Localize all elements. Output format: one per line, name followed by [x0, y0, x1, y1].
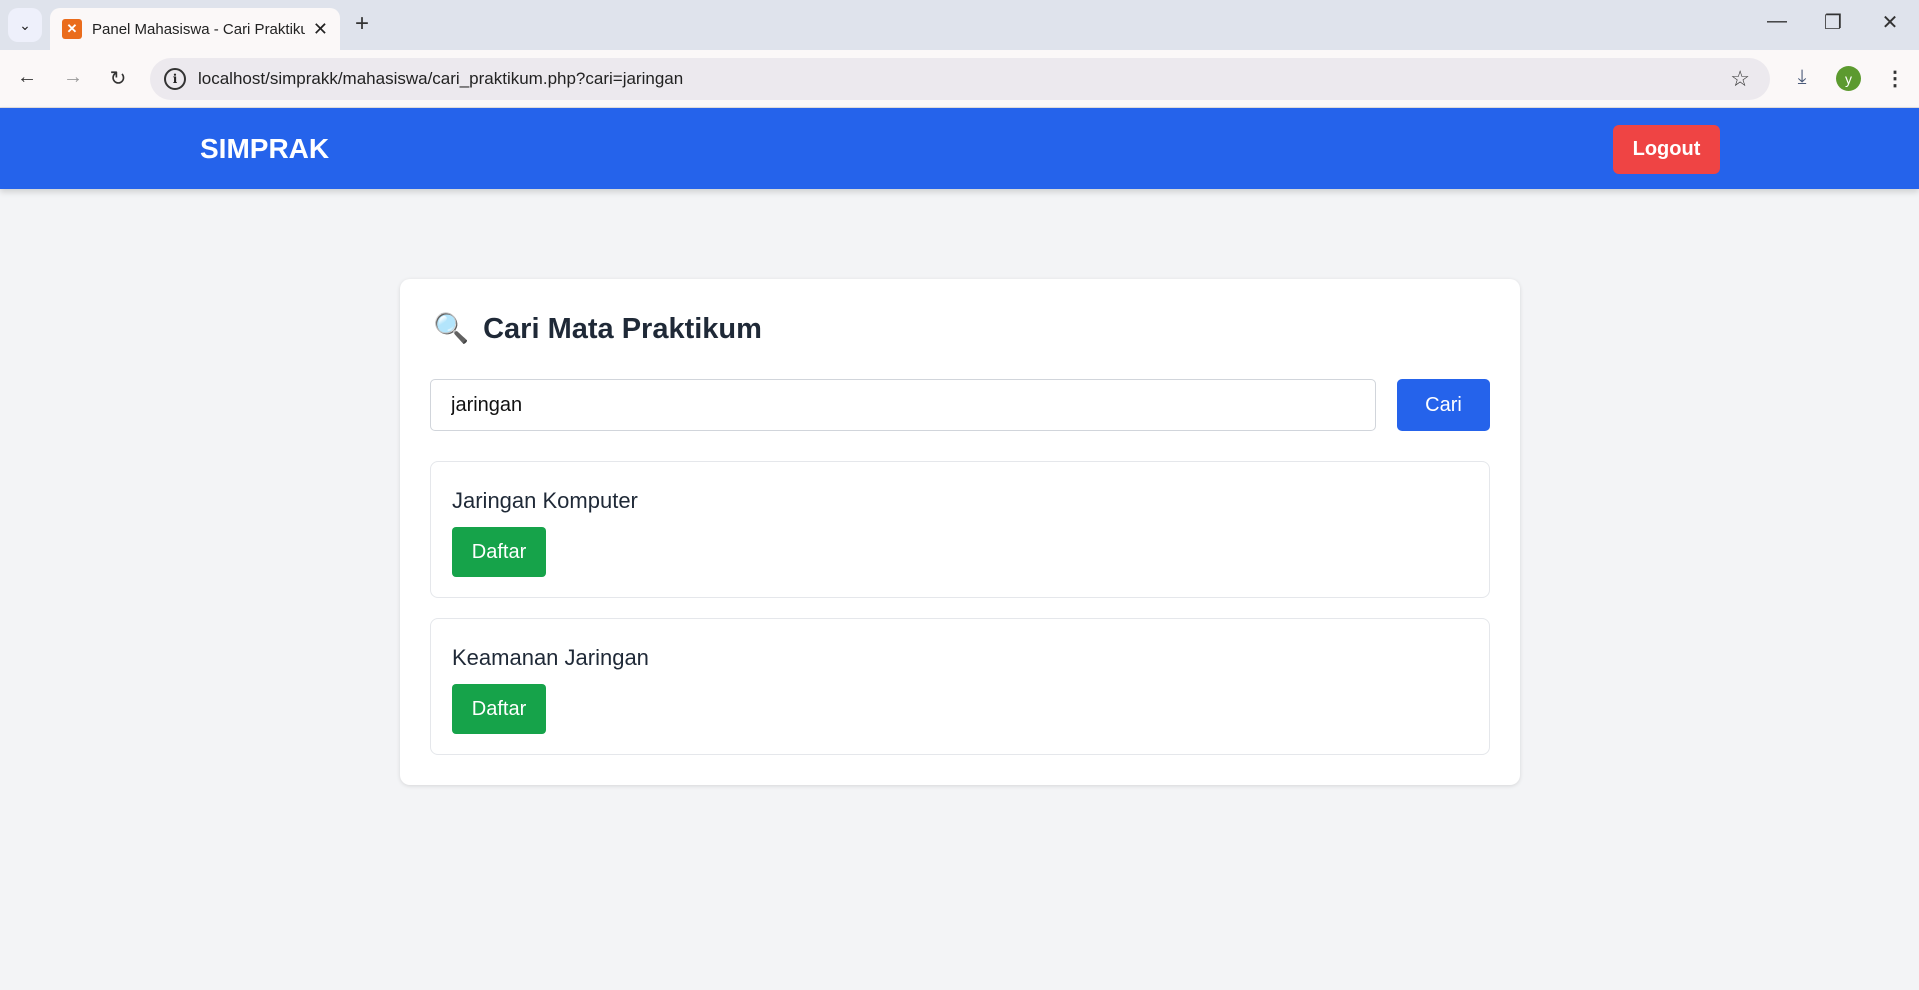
- reload-icon[interactable]: ↻: [103, 66, 133, 91]
- menu-kebab-icon[interactable]: ⋮: [1880, 66, 1910, 91]
- page-title-text: Cari Mata Praktikum: [483, 312, 762, 345]
- site-info-icon[interactable]: i: [164, 68, 186, 90]
- tab-title: Panel Mahasiswa - Cari Praktikum: [92, 20, 305, 38]
- result-item: Jaringan Komputer Daftar: [430, 461, 1490, 598]
- bookmark-star-icon[interactable]: ☆: [1730, 66, 1750, 92]
- favicon-icon: ✕: [62, 19, 82, 39]
- back-arrow-icon[interactable]: ←: [12, 66, 42, 89]
- result-item: Keamanan Jaringan Daftar: [430, 618, 1490, 755]
- page-title: 🔍 Cari Mata Praktikum: [433, 312, 762, 346]
- url-text: localhost/simprakk/mahasiswa/cari_prakti…: [198, 69, 684, 88]
- close-window-icon[interactable]: ✕: [1875, 10, 1905, 35]
- close-tab-icon[interactable]: ✕: [313, 19, 328, 40]
- magnifier-icon: 🔍: [433, 313, 470, 345]
- forward-arrow-icon[interactable]: →: [58, 66, 88, 89]
- restore-icon[interactable]: ❐: [1818, 10, 1848, 35]
- search-input[interactable]: [430, 379, 1376, 431]
- download-icon[interactable]: ⤓: [1787, 66, 1817, 89]
- brand-logo[interactable]: SIMPRAK: [200, 133, 329, 165]
- register-button[interactable]: Daftar: [452, 527, 546, 577]
- new-tab-plus-icon[interactable]: +: [355, 10, 369, 38]
- register-button[interactable]: Daftar: [452, 684, 546, 734]
- address-bar[interactable]: i localhost/simprakk/mahasiswa/cari_prak…: [150, 58, 1770, 100]
- search-button[interactable]: Cari: [1397, 379, 1490, 431]
- result-title: Jaringan Komputer: [452, 488, 638, 513]
- minimize-icon[interactable]: —: [1762, 10, 1792, 33]
- result-title: Keamanan Jaringan: [452, 645, 649, 670]
- profile-avatar[interactable]: y: [1836, 66, 1861, 91]
- tab-search-chevron-icon[interactable]: ⌄: [8, 8, 42, 42]
- logout-button[interactable]: Logout: [1613, 125, 1720, 174]
- browser-tab[interactable]: ✕ Panel Mahasiswa - Cari Praktikum ✕: [50, 8, 340, 50]
